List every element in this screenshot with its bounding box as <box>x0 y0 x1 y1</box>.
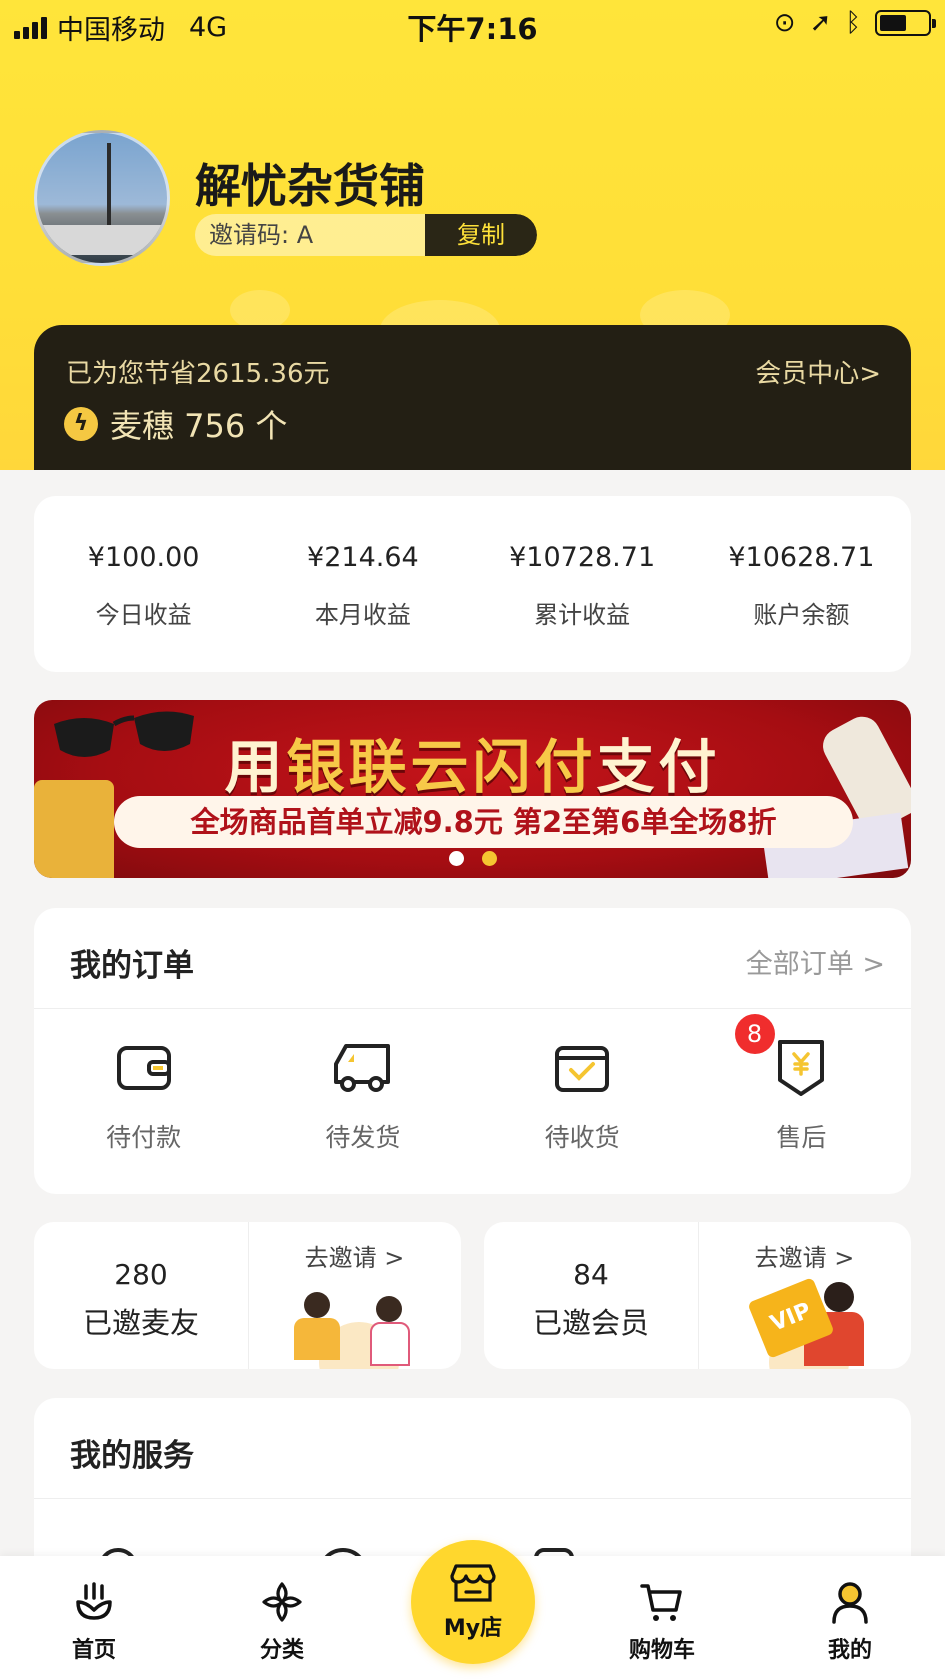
store-name: 解忧杂货铺 <box>195 159 425 213</box>
yen-shield-icon <box>778 1040 825 1096</box>
status-bar: 中国移动 4G 下午7:16 ⊙ ➚ ᛒ <box>0 0 945 48</box>
tab-label: 购物车 <box>628 1638 695 1663</box>
earning-month[interactable]: ¥214.64 本月收益 <box>253 496 472 672</box>
location-icon: ➚ <box>809 8 832 38</box>
vip-illustration: VIP <box>734 1277 884 1369</box>
wallet-icon <box>116 1046 171 1090</box>
truck-icon <box>333 1044 390 1092</box>
divider <box>34 1498 911 1499</box>
order-pending-payment[interactable]: 待付款 <box>34 1038 253 1154</box>
member-center-link[interactable]: 会员中心> <box>755 353 881 390</box>
invited-members-label: 已邀会员 <box>532 1306 649 1340</box>
earning-value: ¥100.00 <box>87 542 200 573</box>
divider <box>34 1008 911 1009</box>
order-label: 待付款 <box>106 1123 182 1152</box>
person-icon <box>832 1582 868 1624</box>
tab-home[interactable]: 首页 <box>34 1580 154 1664</box>
tab-my-store[interactable]: My店 <box>411 1540 535 1664</box>
box-check-icon <box>555 1046 610 1092</box>
invited-members-count: 84 <box>573 1258 609 1291</box>
bluetooth-icon: ᛒ <box>845 8 861 38</box>
earning-label: 今日收益 <box>95 601 192 629</box>
earning-value: ¥10628.71 <box>728 542 875 573</box>
earning-label: 本月收益 <box>314 601 411 629</box>
orders-card: 我的订单 全部订单 > 待付款 待发货 8 待收货 售后 <box>34 908 911 1194</box>
order-label: 待发货 <box>325 1123 401 1152</box>
banner-title: 用银联云闪付支付 <box>224 733 721 801</box>
maisui-points[interactable]: ϟ 麦穗 756 个 <box>64 401 287 447</box>
earning-today[interactable]: ¥100.00 今日收益 <box>34 496 253 672</box>
rotation-lock-icon: ⊙ <box>773 8 796 38</box>
tab-mine[interactable]: 我的 <box>790 1580 910 1664</box>
invited-friends-label: 已邀麦友 <box>82 1306 199 1340</box>
order-label: 待收货 <box>544 1123 620 1152</box>
promo-banner[interactable]: 用银联云闪付支付 全场商品首单立减9.8元 第2至第6单全场8折 <box>34 700 911 878</box>
tab-label: My店 <box>443 1616 503 1641</box>
wheat-icon <box>76 1582 112 1620</box>
cart-icon <box>640 1584 682 1621</box>
carousel-dots <box>34 851 911 866</box>
battery-icon <box>875 10 936 36</box>
invite-code-pill: 邀请码: A 复制 <box>195 214 537 256</box>
earning-total[interactable]: ¥10728.71 累计收益 <box>473 496 692 672</box>
tab-label: 首页 <box>71 1638 116 1663</box>
invited-friends-count: 280 <box>114 1258 168 1291</box>
carousel-dot[interactable] <box>448 851 464 866</box>
earning-value: ¥10728.71 <box>509 542 656 573</box>
avatar[interactable] <box>34 130 170 266</box>
savings-text: 已为您节省2615.36元 <box>66 359 330 389</box>
lightning-icon: ϟ <box>64 407 98 441</box>
friends-illustration <box>284 1282 434 1369</box>
go-invite-link[interactable]: 去邀请 > <box>698 1238 911 1273</box>
go-invite-link[interactable]: 去邀请 > <box>248 1238 461 1273</box>
services-title: 我的服务 <box>70 1438 194 1474</box>
earning-label: 累计收益 <box>534 601 631 629</box>
order-pending-shipment[interactable]: 待发货 <box>253 1038 472 1154</box>
banner-subtitle: 全场商品首单立减9.8元 第2至第6单全场8折 <box>114 796 853 848</box>
order-label: 售后 <box>776 1123 827 1152</box>
member-card: 已为您节省2615.36元 会员中心> ϟ 麦穗 756 个 <box>34 325 911 470</box>
profile-header: 中国移动 4G 下午7:16 ⊙ ➚ ᛒ 解忧杂货铺 邀请码: A 复制 已为您… <box>0 0 945 470</box>
tab-label: 分类 <box>259 1638 304 1663</box>
earning-label: 账户余额 <box>753 601 850 629</box>
earning-value: ¥214.64 <box>307 542 419 573</box>
flower-icon <box>262 1582 302 1622</box>
invite-code: 邀请码: A <box>195 214 425 256</box>
tab-label: 我的 <box>827 1638 872 1663</box>
all-orders-link[interactable]: 全部订单 > <box>746 942 885 981</box>
tab-bar: 首页 分类 My店 购物车 我的 <box>0 1540 945 1679</box>
earning-balance[interactable]: ¥10628.71 账户余额 <box>692 496 911 672</box>
tab-category[interactable]: 分类 <box>222 1580 342 1664</box>
maisui-text: 麦穗 756 个 <box>110 407 288 445</box>
tab-cart[interactable]: 购物车 <box>602 1580 722 1664</box>
earnings-card: ¥100.00 今日收益 ¥214.64 本月收益 ¥10728.71 累计收益… <box>34 496 911 672</box>
carousel-dot-active[interactable] <box>481 851 497 866</box>
invite-members-card[interactable]: 84 已邀会员 去邀请 > VIP <box>484 1222 911 1369</box>
store-icon <box>450 1564 496 1602</box>
order-after-sales[interactable]: 售后 <box>692 1038 911 1154</box>
orders-title: 我的订单 <box>70 948 194 984</box>
invite-friends-card[interactable]: 280 已邀麦友 去邀请 > <box>34 1222 461 1369</box>
copy-button[interactable]: 复制 <box>425 214 537 256</box>
order-pending-receipt[interactable]: 8 待收货 <box>473 1014 775 1154</box>
